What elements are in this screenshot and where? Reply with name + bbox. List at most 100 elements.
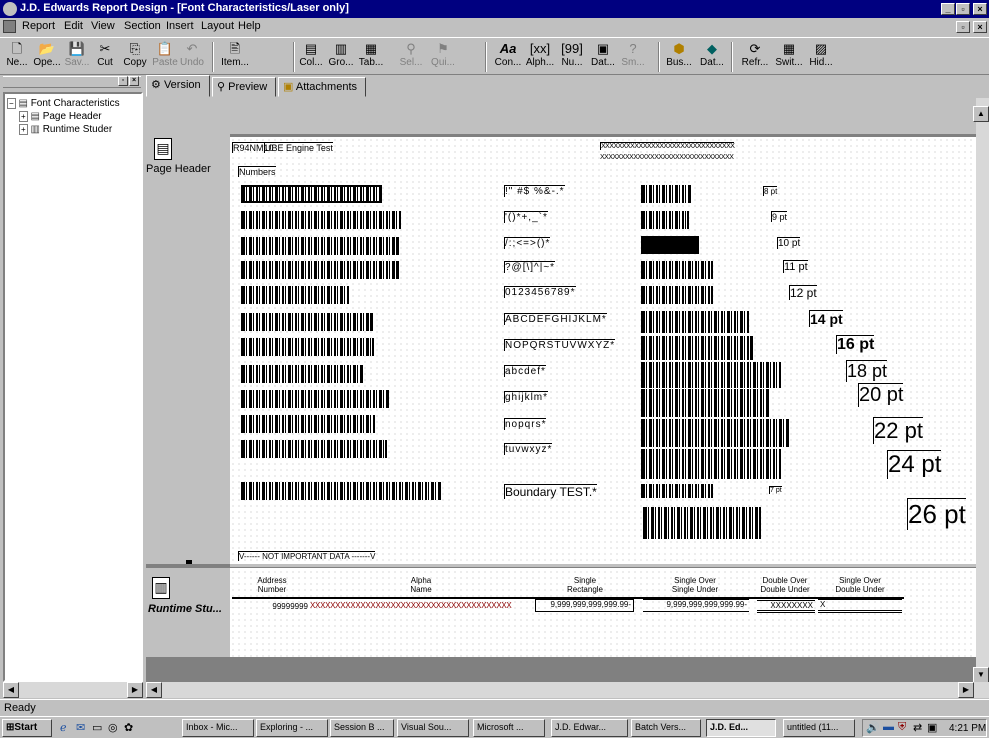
char-row[interactable]: ghijklm* [504,391,549,403]
task-untitled[interactable]: untitled (11... [783,719,855,737]
business-view-button[interactable]: ⬢ Bus... [664,41,694,68]
char-row[interactable]: NOPQRSTUVWXYZ* [504,339,616,351]
expand-icon[interactable]: + [19,124,28,135]
alpha-button[interactable]: [xx] Alph... [525,41,555,68]
single-over-double-under-field[interactable]: X [818,599,902,613]
barcode-field[interactable] [241,211,401,229]
scroll-right-icon[interactable]: ▶ [958,682,974,698]
char-row[interactable]: ABCDEFGHIJKLM* [504,313,607,325]
scroll-left-icon[interactable]: ◀ [3,682,19,698]
child-close-button[interactable]: × [973,21,987,33]
barcode-field[interactable] [641,389,769,417]
barcode-field[interactable] [241,415,375,433]
barcode-field[interactable] [241,365,363,383]
task-jde-active[interactable]: J.D. Ed... [706,719,776,737]
scroll-left-icon[interactable]: ◀ [146,682,162,698]
menu-report[interactable]: Report [22,20,55,32]
barcode-field[interactable] [241,237,399,255]
group-button[interactable]: ▥ Gro... [326,41,356,68]
barcode-field[interactable] [241,482,441,500]
quicklaunch-icon[interactable]: ✿ [124,721,133,734]
barcode-field[interactable] [641,236,699,254]
barcode-field[interactable] [641,449,781,479]
column-header-address[interactable]: Address Number [232,576,312,594]
constant-button[interactable]: Aa Con... [493,41,523,68]
x-field-2[interactable]: XXXXXXXXXXXXXXXXXXXXXXXXXXXXXXXX [600,154,734,161]
network-icon[interactable]: ⇄ [913,721,922,734]
barcode-field[interactable] [241,338,374,356]
not-important-note[interactable]: V------ NOT IMPORTANT DATA -------V [238,551,376,561]
task-session[interactable]: Session B ... [330,719,394,737]
section-divider[interactable] [230,563,976,568]
save-button[interactable]: 💾 Sav... [62,41,92,68]
char-row[interactable]: nopqrs* [504,418,547,430]
address-number-field[interactable]: 99999999 [254,602,308,611]
menu-help[interactable]: Help [238,20,261,32]
start-button[interactable]: ⊞Start [2,719,52,737]
desktop-icon[interactable]: ▭ [92,721,102,734]
barcode-field[interactable] [641,261,713,279]
size-label[interactable]: 10 pt [777,237,801,249]
cut-button[interactable]: ✂ Cut [90,41,120,68]
barcode-field[interactable] [641,336,753,360]
barcode-field[interactable] [641,419,789,447]
x-field-1[interactable]: XXXXXXXXXXXXXXXXXXXXXXXXXXXXXXXX [600,142,735,150]
pane-restore-button[interactable]: ▫ [118,76,128,86]
scroll-right-icon[interactable]: ▶ [127,682,143,698]
browser-icon[interactable]: ℯ [60,721,67,734]
channels-icon[interactable]: ◎ [108,721,118,734]
task-microsoft[interactable]: Microsoft ... [473,719,545,737]
task-visual-source[interactable]: Visual Sou... [397,719,469,737]
collapse-icon[interactable]: − [7,98,16,109]
outlook-icon[interactable]: ✉ [76,721,85,734]
tab-version[interactable]: ⚙ Version [146,75,210,97]
size-label[interactable]: 8 pt [763,186,778,196]
design-hscrollbar[interactable]: ◀ ▶ [146,682,989,698]
boundary-text[interactable]: Boundary TEST.* [504,484,597,499]
numbers-label[interactable]: Numbers [238,166,276,177]
clock[interactable]: 4:21 PM [949,723,986,734]
document-icon[interactable] [3,20,16,33]
quit-button[interactable]: ⚑ Qui... [428,41,458,68]
tree-node-runtime[interactable]: + ▥ Runtime Studer [19,124,112,135]
size-label[interactable]: 24 pt [887,450,942,479]
copy-button[interactable]: ⎘ Copy [120,41,150,68]
smart-field-button[interactable]: ? Sm... [618,41,648,68]
design-vscrollbar[interactable]: ▲ ▼ [973,98,989,683]
task-batch-versions[interactable]: Batch Vers... [631,719,701,737]
monitor-icon[interactable]: ▣ [927,721,937,734]
barcode-field[interactable] [643,507,761,539]
size-label[interactable]: 18 pt [846,360,888,382]
barcode-field[interactable] [241,390,389,408]
barcode-field[interactable] [641,362,781,388]
pane-close-button[interactable]: × [129,76,139,86]
barcode-field[interactable] [641,484,713,498]
single-rectangle-field[interactable]: 9,999,999,999,999.99- [535,599,634,612]
switch-button[interactable]: ▦ Swit... [774,41,804,68]
column-header-double-over[interactable]: Double Over Double Under [755,576,815,594]
barcode-field[interactable] [241,440,387,458]
paste-button[interactable]: 📋 Paste [150,41,180,68]
column-header-alpha[interactable]: Alpha Name [310,576,532,594]
tab-attachments[interactable]: ▣ Attachments [278,77,366,97]
menu-section[interactable]: Section [124,20,161,32]
scroll-down-icon[interactable]: ▼ [973,667,989,683]
tabular-button[interactable]: ▦ Tab... [356,41,386,68]
tab-preview[interactable]: ⚲ Preview [212,77,276,97]
menu-view[interactable]: View [91,20,115,32]
size-label[interactable]: 12 pt [789,285,817,300]
undo-button[interactable]: ↶ Undo [177,41,207,68]
new-button[interactable]: 🗋 Ne... [2,41,32,68]
char-row[interactable]: '()*+,_`* [504,211,548,223]
page-header-section-label[interactable]: ▤ Page Header [146,134,230,564]
char-row[interactable]: abcdef* [504,365,546,377]
scroll-up-icon[interactable]: ▲ [973,106,989,122]
menu-insert[interactable]: Insert [166,20,194,32]
tray-app-icon[interactable]: ▬ [883,721,894,733]
menu-edit[interactable]: Edit [64,20,83,32]
column-header-single[interactable]: Single Rectangle [535,576,635,594]
tree-node-font-characteristics[interactable]: − ▤ Font Characteristics [7,98,120,109]
size-label[interactable]: 9 pt [771,211,788,222]
size-label[interactable]: 26 pt [907,498,966,530]
double-over-under-field[interactable]: XXXXXXXX [757,598,815,613]
